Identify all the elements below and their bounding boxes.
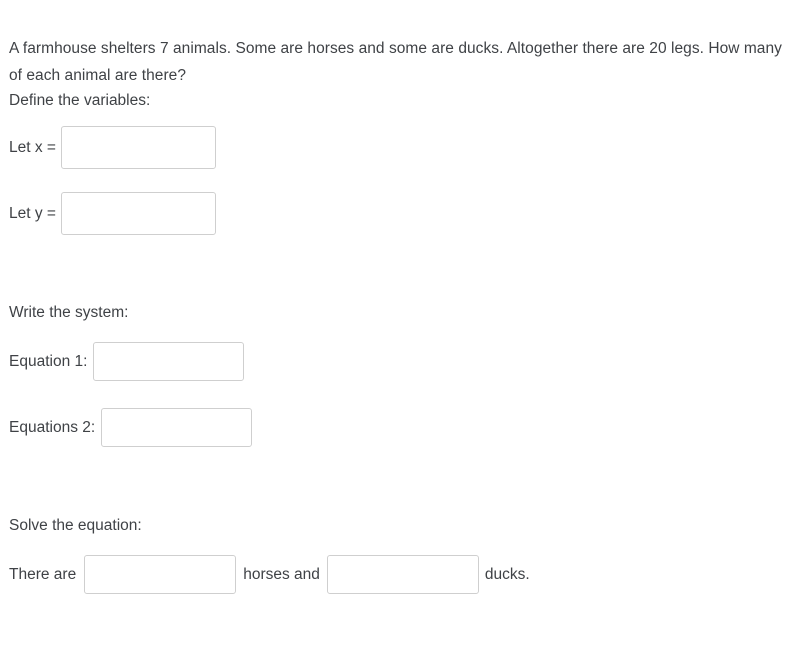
field-row-let-x: Let x = [9, 126, 216, 169]
label-equation-2: Equations 2: [9, 418, 96, 436]
field-row-let-y: Let y = [9, 192, 216, 235]
field-row-answer-sentence: There are horses and ducks. [9, 555, 530, 594]
label-equation-1: Equation 1: [9, 352, 88, 370]
label-let-y: Let y = [9, 204, 56, 222]
field-row-equation-2: Equations 2: [9, 408, 253, 447]
label-horses-and: horses and [243, 565, 320, 583]
section-heading-define-variables: Define the variables: [9, 92, 151, 109]
label-ducks: ducks. [484, 565, 530, 583]
field-row-equation-1: Equation 1: [9, 342, 245, 381]
input-horses-count[interactable] [84, 555, 237, 594]
input-equation-1[interactable] [93, 342, 245, 381]
input-let-y[interactable] [60, 192, 216, 235]
problem-statement: A farmhouse shelters 7 animals. Some are… [9, 39, 782, 84]
section-heading-write-system: Write the system: [9, 304, 129, 321]
section-heading-solve-equation: Solve the equation: [9, 517, 142, 534]
input-ducks-count[interactable] [326, 555, 479, 594]
label-let-x: Let x = [9, 138, 56, 156]
input-equation-2[interactable] [101, 408, 253, 447]
worksheet-page: A farmhouse shelters 7 animals. Some are… [0, 0, 800, 664]
label-there-are: There are [9, 565, 77, 583]
input-let-x[interactable] [60, 126, 216, 169]
